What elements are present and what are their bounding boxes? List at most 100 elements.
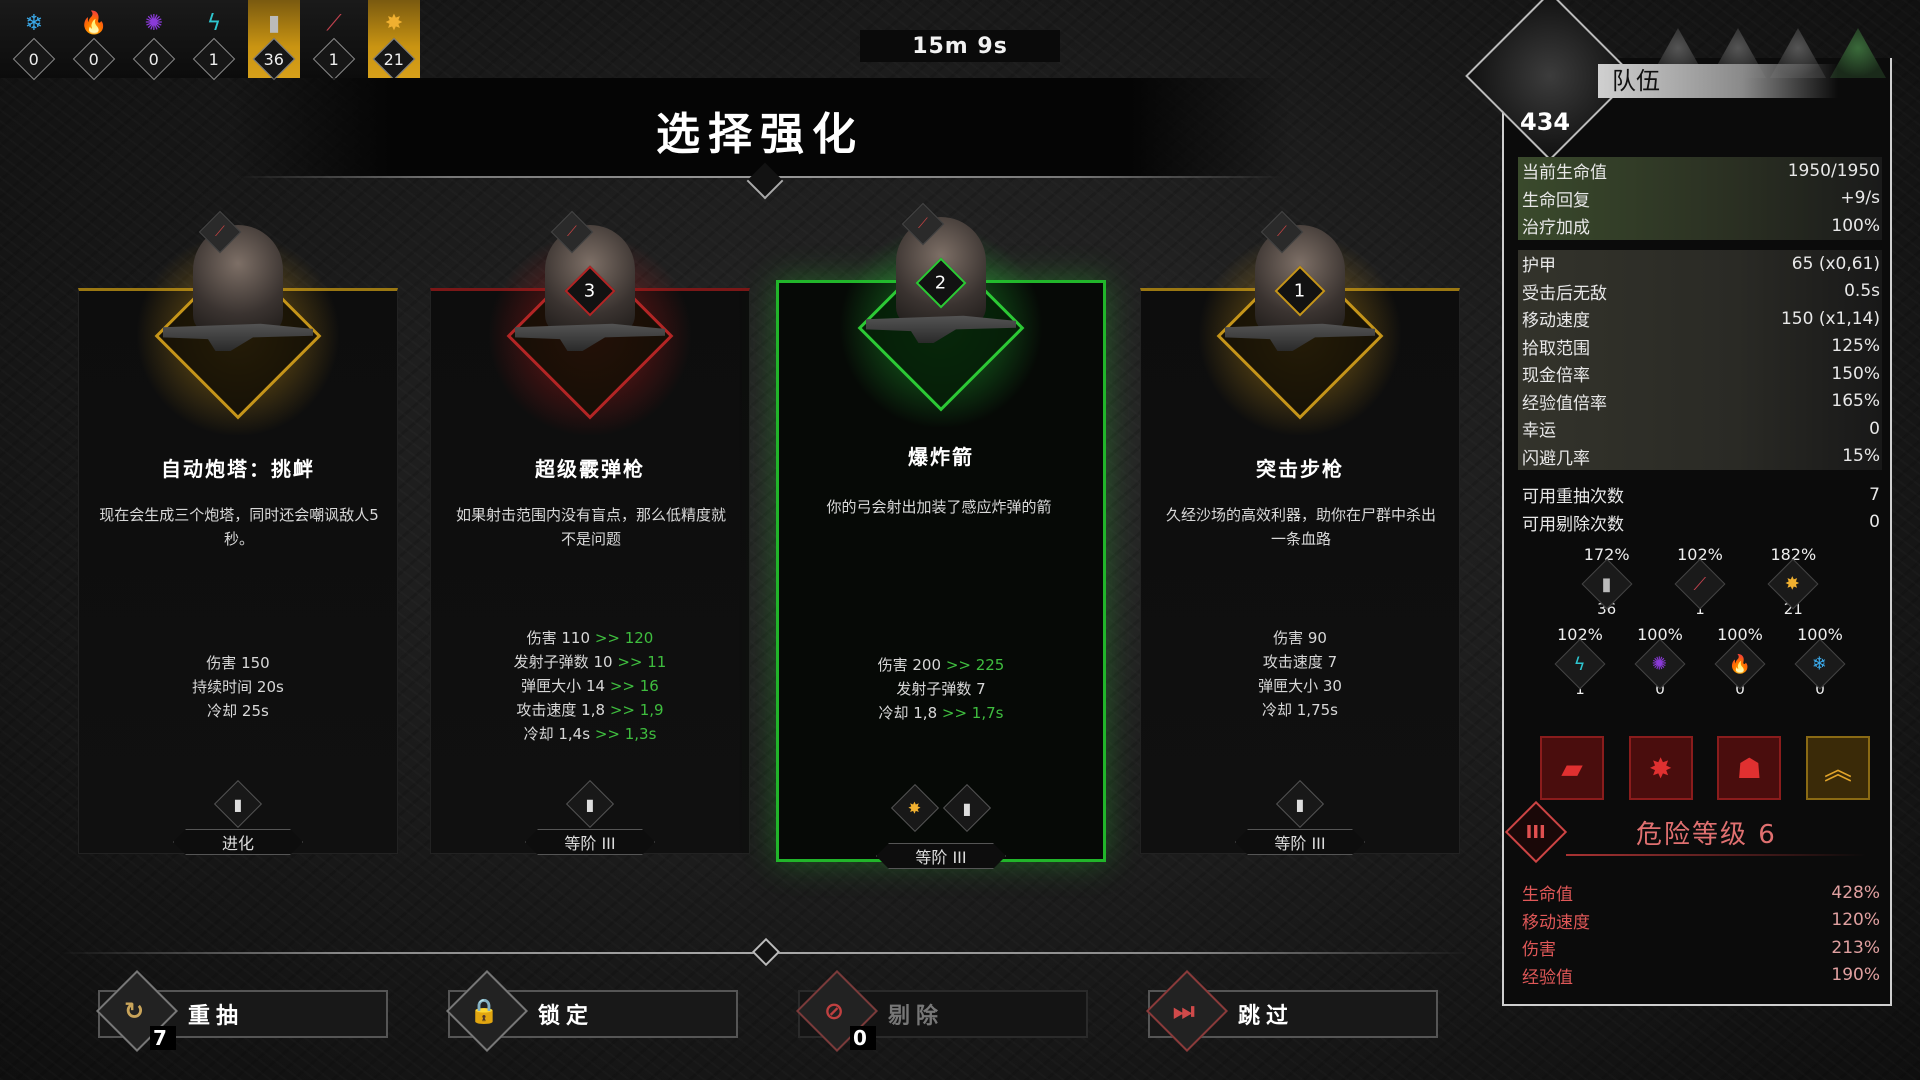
card-tier-label: 等阶 III — [876, 843, 1006, 869]
stat-row: 可用重抽次数 7 — [1518, 481, 1882, 509]
stat-row: 移动速度 150 (x1,14) — [1518, 305, 1882, 333]
explosion-icon: ✸ — [1767, 558, 1819, 610]
stat-row: 经验值倍率 165% — [1518, 388, 1882, 416]
danger-level: III 危险等级 6 — [1504, 800, 1886, 864]
card-stat-line: 冷却 1,4s >> 1,3s — [523, 725, 657, 743]
stat-label: 治疗加成 — [1522, 218, 1590, 239]
upgrade-card[interactable]: 3 ⟋ 超级霰弹枪 如果射击范围内没有盲点，那么低精度就不是问题 伤害 110 … — [430, 210, 750, 855]
defense-stats: 护甲 65 (x0,61) 受击后无敌 0.5s 移动速度 150 (x1,14) 拾取范围… — [1518, 250, 1882, 470]
explosion-icon: ✸ — [384, 10, 404, 36]
stat-value: 1950/1950 — [1787, 160, 1880, 181]
card-stat-line: 攻击速度 7 — [1262, 653, 1338, 671]
stat-label: 生命值 — [1522, 885, 1573, 906]
banish-button[interactable]: ⊘ 0 剔除 — [795, 969, 1088, 1053]
card-stat-line: 伤害 200 >> 225 — [877, 656, 1005, 674]
banish-count: 0 — [850, 1026, 876, 1050]
danger-stats: 生命值 428% 移动速度 120% 伤害 213% 经验值 190% — [1518, 879, 1882, 989]
upgrade-card[interactable]: ⟋ 自动炮塔：挑衅 现在会生成三个炮塔，同时还会嘲讽敌人5 秒。 伤害 150 … — [78, 210, 398, 855]
card-tier-label: 等阶 III — [525, 829, 655, 855]
card-stat-line: 伤害 110 >> 120 — [526, 629, 654, 647]
stat-row: 现金倍率 150% — [1518, 360, 1882, 388]
reroll-count: 7 — [150, 1026, 176, 1050]
stat-label: 现金倍率 — [1522, 366, 1590, 387]
stat-label: 当前生命值 — [1522, 163, 1607, 184]
reroll-stats: 可用重抽次数 7 可用剔除次数 0 — [1518, 481, 1882, 536]
card-stat-line: 弹匣大小 14 >> 16 — [521, 677, 659, 695]
stat-value: 150% — [1831, 363, 1880, 384]
card-stat-line: 持续时间 20s — [192, 678, 284, 696]
resource-slot: ϟ 1 — [188, 0, 240, 81]
stat-value: 150 (x1,14) — [1780, 308, 1880, 329]
stat-value: 165% — [1831, 391, 1880, 412]
stat-label: 可用剔除次数 — [1522, 514, 1624, 535]
stat-label: 可用重抽次数 — [1522, 487, 1624, 508]
card-stats: 伤害 90 攻击速度 7 弹匣大小 30 冷却 1,75s — [1141, 626, 1459, 722]
card-description: 现在会生成三个炮塔，同时还会嘲讽敌人5 秒。 — [99, 506, 379, 548]
card-name: 爆炸箭 — [908, 445, 974, 469]
resource-count: 0 — [28, 49, 40, 69]
divider-diamond-icon — [751, 937, 781, 967]
resource-multiplier: 100% ✺ 0 — [1625, 625, 1695, 698]
lightning-icon: ϟ — [1554, 638, 1606, 690]
team-member-portrait[interactable] — [1830, 28, 1886, 78]
card-description: 如果射击范围内没有盲点，那么低精度就不是问题 — [455, 506, 726, 548]
resource-multiplier: 102% ⟋ 1 — [1665, 545, 1735, 618]
upgrade-card[interactable]: 2 ⟋ 爆炸箭 你的弓会射出加装了感应炸弹的箭 伤害 200 >> 225 发射子… — [776, 202, 1106, 869]
stat-row: 经验值 190% — [1518, 962, 1882, 990]
person-badge-icon: ☗ — [1717, 736, 1782, 800]
stat-label: 经验值倍率 — [1522, 393, 1607, 414]
stat-row: 拾取范围 125% — [1518, 333, 1882, 361]
resource-count: 0 — [88, 49, 100, 69]
resource-count-badge: 1 — [312, 37, 356, 81]
fire-icon: 🔥 — [1714, 638, 1766, 690]
stat-row: 移动速度 120% — [1518, 907, 1882, 935]
stat-label: 闪避几率 — [1522, 448, 1590, 469]
card-portrait: 2 ⟋ — [821, 202, 1061, 427]
resource-slot: ▮ 36 — [248, 0, 300, 81]
card-tier-label: 进化 — [173, 829, 303, 855]
danger-divider — [1566, 854, 1866, 856]
card-name: 突击步枪 — [1256, 457, 1344, 481]
health-stats: 当前生命值 1950/1950 生命回复 +9/s 治疗加成 100% — [1518, 157, 1882, 240]
stat-value: 190% — [1831, 965, 1880, 986]
poison-icon: ✺ — [144, 10, 164, 36]
explosion-icon: ✸ — [890, 783, 940, 833]
stat-value: 213% — [1831, 937, 1880, 958]
card-stat-line: 攻击速度 1,8 >> 1,9 — [516, 701, 664, 719]
stat-row: 可用剔除次数 0 — [1518, 509, 1882, 537]
stat-row: 伤害 213% — [1518, 934, 1882, 962]
team-label: 队伍 — [1598, 64, 1838, 98]
stat-label: 移动速度 — [1522, 311, 1590, 332]
upgrade-card[interactable]: 1 ⟋ 突击步枪 久经沙场的高效利器，助你在尸群中杀出一条血路 伤害 90 攻击… — [1140, 210, 1460, 855]
team-level: 434 — [1520, 108, 1571, 136]
stat-value: 428% — [1831, 882, 1880, 903]
stat-value: +9/s — [1840, 188, 1880, 209]
lightning-icon: ϟ — [206, 10, 222, 36]
bullet-icon: ▮ — [942, 783, 992, 833]
resource-multiplier: 182% ✸ 21 — [1758, 545, 1828, 618]
card-name: 超级霰弹枪 — [535, 457, 645, 481]
skip-button[interactable]: ⏭ 跳过 — [1145, 969, 1438, 1053]
card-damage-types: ▮ — [431, 779, 749, 829]
resource-multiplier: 100% ❄ 0 — [1785, 625, 1855, 698]
card-stat-line: 冷却 25s — [207, 702, 269, 720]
card-tier-label: 等阶 III — [1235, 829, 1365, 855]
page-title: 选择强化 — [656, 109, 864, 160]
resource-multipliers-row-2: 102% ϟ 1100% ✺ 0100% 🔥 0100% ❄ 0 — [1540, 625, 1860, 698]
stat-row: 闪避几率 15% — [1518, 443, 1882, 471]
card-name: 自动炮塔：挑衅 — [161, 457, 315, 481]
resource-multiplier: 102% ϟ 1 — [1545, 625, 1615, 698]
resource-count-badge: 36 — [252, 37, 296, 81]
stat-row: 治疗加成 100% — [1518, 212, 1882, 240]
lock-button[interactable]: 🔒 锁定 — [445, 969, 738, 1053]
stat-value: 0 — [1869, 418, 1880, 439]
resource-slot: ✺ 0 — [128, 0, 180, 81]
blade-icon: ⟋ — [326, 10, 342, 36]
danger-badges: ▰ ✸ ☗ ︽ — [1540, 736, 1870, 800]
resource-count: 36 — [263, 49, 285, 69]
stat-row: 幸运 0 — [1518, 415, 1882, 443]
resource-count: 1 — [328, 49, 340, 69]
skip-icon: ⏭ — [1145, 969, 1229, 1053]
reroll-button[interactable]: ↻ 7 重抽 — [95, 969, 388, 1053]
stat-row: 生命值 428% — [1518, 879, 1882, 907]
